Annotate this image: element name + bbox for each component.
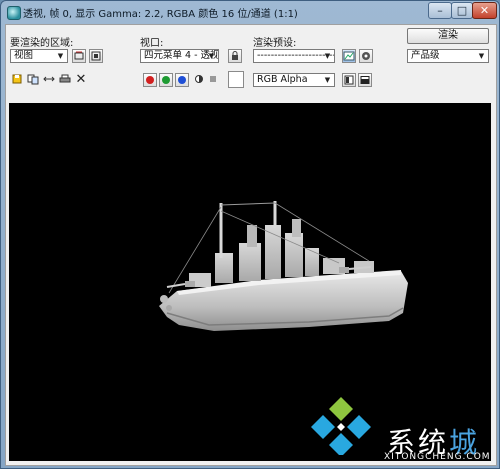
lock-icon[interactable] (228, 49, 242, 63)
print-icon[interactable] (58, 73, 72, 87)
chevron-down-icon: ▼ (324, 76, 331, 84)
clone-frame-icon[interactable] (42, 73, 56, 87)
chevron-down-icon: ▼ (324, 52, 331, 60)
render-area-select[interactable]: 视图 ▼ (10, 49, 68, 63)
watermark-logo-icon (311, 397, 371, 455)
toggle-ui-icon[interactable] (358, 73, 372, 87)
channel-value: RGB Alpha (257, 74, 308, 85)
render-area-value: 视图 (14, 50, 34, 61)
toggle-ui-overlay-icon[interactable] (342, 73, 356, 87)
environment-icon[interactable] (359, 49, 373, 63)
watermark-url: XITONGCHENG.COM (384, 452, 491, 461)
render-preset-select[interactable]: ------------------------- ▼ (253, 49, 335, 63)
window-title: 透视, 帧 0, 显示 Gamma: 2.2, RGBA 颜色 16 位/通道 … (23, 9, 298, 20)
save-image-icon[interactable] (10, 73, 24, 87)
green-channel-toggle[interactable] (159, 73, 173, 87)
minimize-button[interactable]: – (428, 2, 452, 19)
quality-value: 产品级 (411, 50, 440, 61)
app-icon (7, 6, 21, 20)
viewport-label: 视口: (140, 38, 164, 49)
render-button[interactable]: 渲染 (407, 28, 489, 44)
maximize-button[interactable]: □ (451, 2, 473, 19)
red-channel-toggle[interactable] (143, 73, 157, 87)
title-bar[interactable]: 透视, 帧 0, 显示 Gamma: 2.2, RGBA 颜色 16 位/通道 … (1, 1, 499, 23)
edit-region-icon[interactable] (72, 49, 86, 63)
render-frame-window: 透视, 帧 0, 显示 Gamma: 2.2, RGBA 颜色 16 位/通道 … (0, 0, 500, 469)
alpha-channel-icon[interactable] (192, 73, 206, 87)
blue-channel-toggle[interactable] (175, 73, 189, 87)
copy-image-icon[interactable] (26, 73, 40, 87)
render-area-label: 要渲染的区域: (10, 38, 74, 49)
auto-region-icon[interactable] (89, 49, 103, 63)
viewport-select[interactable]: 四元菜单 4 - 透视 ▼ (140, 49, 219, 63)
quality-select[interactable]: 产品级 ▼ (407, 49, 489, 63)
render-setup-icon[interactable] (342, 49, 356, 63)
blue-dot-icon (178, 76, 186, 84)
clear-icon[interactable]: ✕ (74, 73, 88, 87)
render-viewport[interactable]: 系统城 XITONGCHENG.COM (9, 103, 491, 461)
green-dot-icon (162, 76, 170, 84)
swatch-icon[interactable] (228, 71, 244, 88)
red-dot-icon (146, 76, 154, 84)
channel-select[interactable]: RGB Alpha ▼ (253, 73, 335, 87)
render-frame-panel: 要渲染的区域: 视口: 渲染预设: 渲染 视图 ▼ 四元菜单 4 - 透视 ▼ … (5, 24, 497, 466)
chevron-down-icon: ▼ (478, 52, 485, 60)
close-button[interactable]: ✕ (472, 2, 497, 19)
monochrome-icon[interactable] (206, 73, 220, 87)
chevron-down-icon: ▼ (208, 52, 215, 60)
chevron-down-icon: ▼ (57, 52, 64, 60)
battleship-render (159, 201, 408, 331)
render-preset-label: 渲染预设: (253, 38, 297, 49)
